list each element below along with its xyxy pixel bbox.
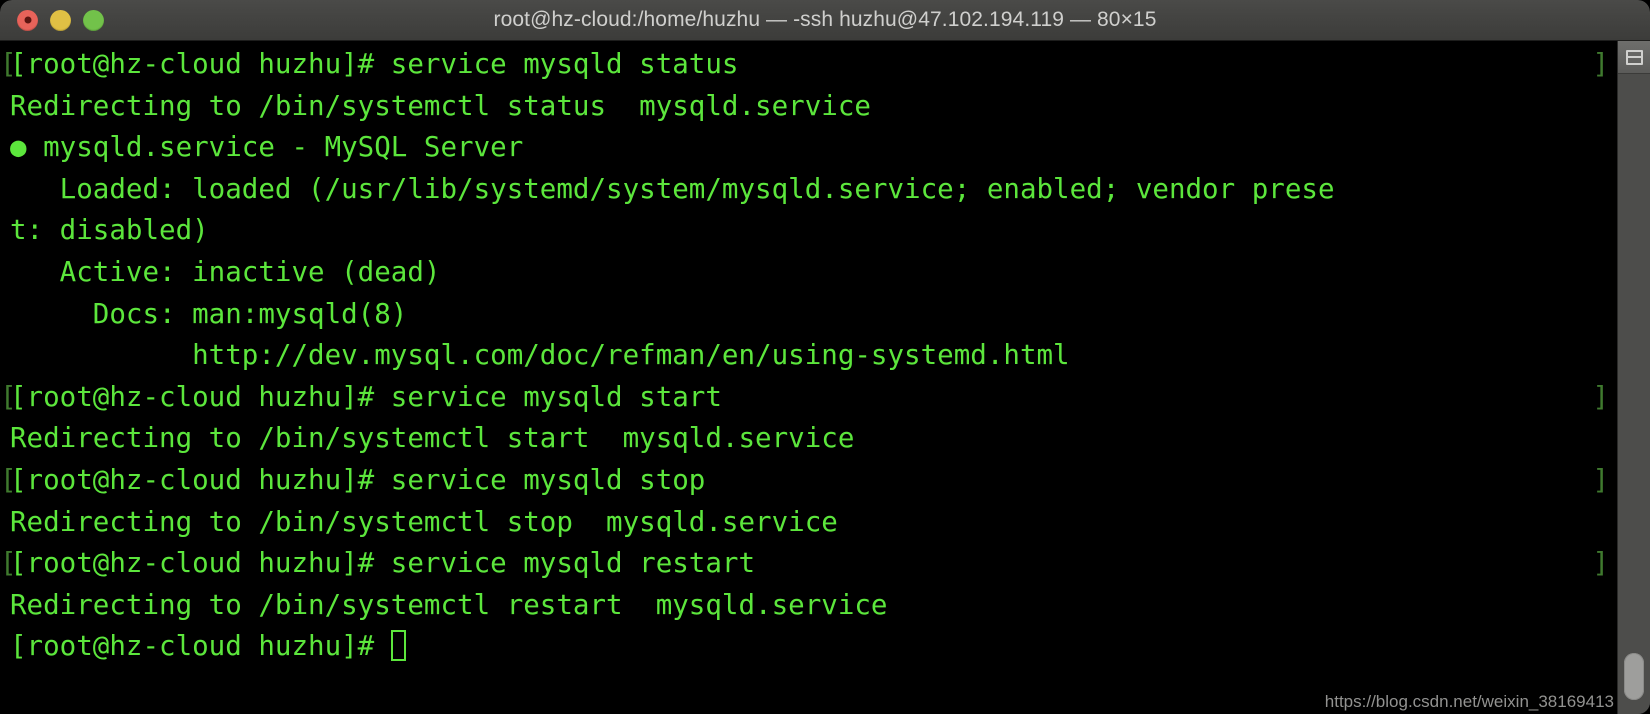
prompt-mark-right: ] (1592, 547, 1609, 580)
terminal-output-line: Redirecting to /bin/systemctl status mys… (0, 86, 1617, 128)
terminal-output-line: Loaded: loaded (/usr/lib/systemd/system/… (0, 169, 1617, 211)
terminal-output-line: Redirecting to /bin/systemctl stop mysql… (0, 502, 1617, 544)
terminal-command-line: [] [root@hz-cloud huzhu]# service mysqld … (0, 44, 1617, 86)
terminal-line-text: [root@hz-cloud huzhu]# service mysqld st… (10, 380, 722, 413)
terminal-output-line: Docs: man:mysqld(8) (0, 294, 1617, 336)
terminal-output-line: Active: inactive (dead) (0, 252, 1617, 294)
terminal-line-text: [root@hz-cloud huzhu]# service mysqld st… (10, 48, 739, 80)
window-title: root@hz-cloud:/home/huzhu — -ssh huzhu@4… (493, 8, 1157, 31)
terminal-output-line: ● mysqld.service - MySQL Server (0, 127, 1617, 169)
terminal-line-text: [root@hz-cloud huzhu]# service mysqld re… (10, 547, 756, 580)
terminal-line-text: Redirecting to /bin/systemctl stop mysql… (10, 505, 838, 538)
prompt-mark-right: ] (1592, 380, 1609, 413)
terminal-line-text: Active: inactive (dead) (10, 255, 441, 288)
text-cursor (390, 630, 406, 662)
split-pane-button[interactable] (1618, 41, 1650, 74)
terminal-command-line: [] [root@hz-cloud huzhu]# service mysqld … (0, 377, 1617, 419)
terminal-line-text: Redirecting to /bin/systemctl restart my… (10, 588, 888, 621)
prompt-mark-right: ] (1592, 463, 1609, 496)
terminal-screen[interactable]: [] [root@hz-cloud huzhu]# service mysqld … (0, 41, 1617, 714)
terminal-active-prompt-line[interactable]: [root@hz-cloud huzhu]# (0, 626, 1617, 668)
traffic-light-group (17, 9, 104, 31)
terminal-line-text: http://dev.mysql.com/doc/refman/en/using… (10, 339, 1070, 372)
split-pane-icon (1625, 49, 1643, 65)
terminal-command-line: [] [root@hz-cloud huzhu]# service mysqld … (0, 543, 1617, 585)
prompt-mark-right: ] (1592, 48, 1609, 80)
shell-prompt: [root@hz-cloud huzhu]# (10, 630, 391, 663)
terminal-line-text: t: disabled) (10, 214, 209, 247)
terminal-output: [] [root@hz-cloud huzhu]# service mysqld … (0, 44, 1617, 668)
terminal-line-text: [root@hz-cloud huzhu]# service mysqld st… (10, 463, 706, 496)
terminal-output-line: t: disabled) (0, 210, 1617, 252)
window-title-bar[interactable]: root@hz-cloud:/home/huzhu — -ssh huzhu@4… (0, 0, 1650, 41)
terminal-scrollbar-column (1617, 41, 1650, 714)
terminal-line-text: ● mysqld.service - MySQL Server (10, 131, 524, 164)
scrollbar-track[interactable] (1618, 74, 1650, 714)
terminal-line-text: Loaded: loaded (/usr/lib/systemd/system/… (10, 172, 1335, 205)
terminal-line-text: Docs: man:mysqld(8) (10, 297, 408, 330)
terminal-command-line: [] [root@hz-cloud huzhu]# service mysqld … (0, 460, 1617, 502)
terminal-output-line: Redirecting to /bin/systemctl start mysq… (0, 418, 1617, 460)
close-window-button[interactable] (17, 9, 38, 31)
terminal-window: root@hz-cloud:/home/huzhu — -ssh huzhu@4… (0, 0, 1650, 714)
terminal-line-text: Redirecting to /bin/systemctl start mysq… (10, 422, 855, 455)
terminal-body: [] [root@hz-cloud huzhu]# service mysqld … (0, 41, 1650, 714)
terminal-line-text: Redirecting to /bin/systemctl status mys… (10, 89, 871, 122)
minimize-window-button[interactable] (50, 9, 71, 31)
terminal-output-line: Redirecting to /bin/systemctl restart my… (0, 585, 1617, 627)
zoom-window-button[interactable] (83, 9, 104, 31)
scrollbar-thumb[interactable] (1624, 653, 1644, 700)
terminal-output-line: http://dev.mysql.com/doc/refman/en/using… (0, 335, 1617, 377)
